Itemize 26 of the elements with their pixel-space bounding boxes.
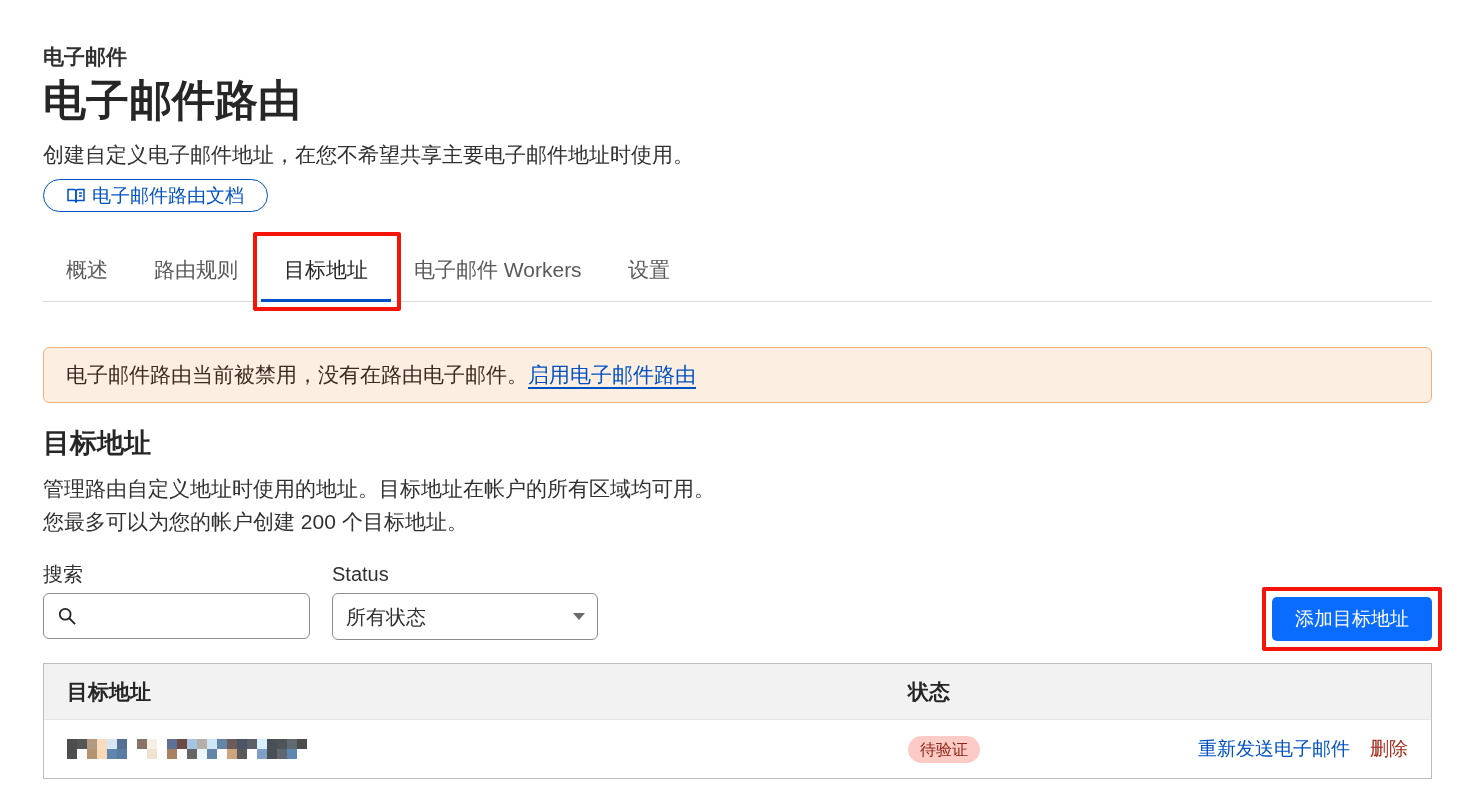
resend-email-link[interactable]: 重新发送电子邮件 [1198, 737, 1350, 761]
alert-message: 电子邮件路由当前被禁用，没有在路由电子邮件。 [66, 362, 528, 388]
search-icon [58, 607, 76, 625]
section-title: 目标地址 [43, 427, 151, 460]
column-header: 状态 [908, 679, 950, 703]
column-header: 目标地址 [67, 679, 151, 703]
add-address-button[interactable]: 添加目标地址 [1272, 597, 1432, 641]
page-description: 创建自定义电子邮件地址，在您不希望共享主要电子邮件地址时使用。 [43, 142, 694, 168]
book-icon [67, 187, 85, 204]
section-description: 您最多可以为您的帐户创建 200 个目标地址。 [43, 509, 468, 535]
search-field[interactable] [43, 593, 310, 639]
tab[interactable]: 路由规则 [131, 241, 261, 302]
field-label: 搜索 [43, 562, 83, 587]
status-select[interactable]: 所有状态 [332, 593, 598, 640]
status-badge: 待验证 [908, 735, 980, 763]
breadcrumb: 电子邮件 [43, 45, 127, 69]
caret-down-icon [573, 613, 585, 620]
tab[interactable]: 电子邮件 Workers [391, 241, 605, 302]
delete-link[interactable]: 删除 [1370, 737, 1408, 761]
tab[interactable]: 概述 [43, 241, 131, 302]
page-title: 电子邮件路由 [43, 75, 301, 125]
enable-routing-link[interactable]: 启用电子邮件路由 [528, 361, 696, 389]
field-label: Status [332, 562, 389, 587]
tab[interactable]: 设置 [604, 241, 693, 302]
tab[interactable]: 目标地址 [261, 241, 391, 302]
section-description: 管理路由自定义地址时使用的地址。目标地址在帐户的所有区域均可用。 [43, 476, 715, 502]
